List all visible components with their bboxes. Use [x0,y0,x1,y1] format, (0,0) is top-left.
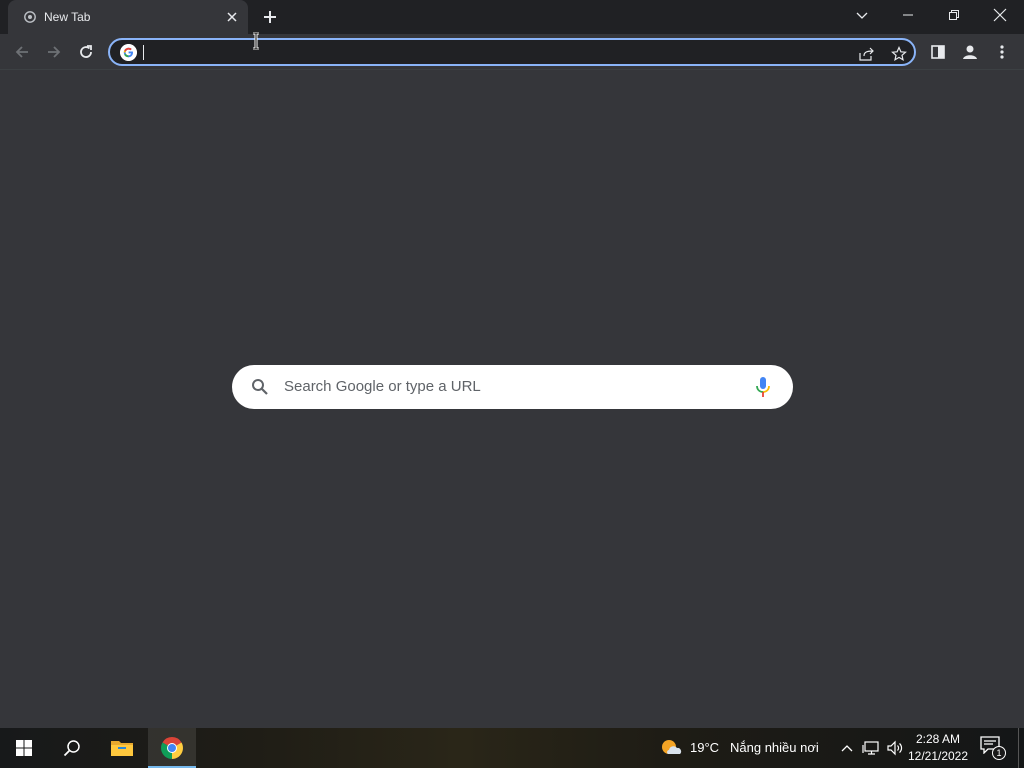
volume-icon [887,740,903,756]
side-panel-button[interactable] [924,38,952,66]
text-cursor-icon [253,32,259,50]
omnibox-input[interactable] [142,43,842,63]
partly-sunny-icon [662,740,682,754]
bookmark-button[interactable] [888,43,910,65]
search-icon [252,379,268,395]
text-caret [143,45,144,60]
file-explorer-icon [111,741,133,756]
close-tab-icon[interactable] [224,9,240,25]
taskbar-search-button[interactable] [48,728,96,768]
chevron-down-icon [856,12,868,19]
minimize-icon [903,14,913,16]
show-desktop-button[interactable] [1018,728,1019,768]
side-panel-icon [931,45,945,59]
minimize-button[interactable] [886,0,930,30]
menu-icon [1000,45,1004,59]
new-tab-button[interactable] [258,6,282,28]
star-icon [891,46,907,62]
ntp-search-box[interactable]: Search Google or type a URL [232,365,793,409]
profile-button[interactable] [956,38,984,66]
network-button[interactable] [860,736,882,760]
forward-button[interactable] [40,38,68,66]
chrome-icon [24,11,36,23]
close-icon [993,8,1007,22]
weather-description: Nắng nhiều nơi [730,740,819,755]
tab-title: New Tab [44,10,91,24]
ntp-search-placeholder: Search Google or type a URL [284,378,481,395]
forward-icon [48,46,61,58]
chrome-taskbar-button[interactable] [148,728,196,768]
clock-date: 12/21/2022 [907,749,969,763]
microphone-icon[interactable] [754,376,772,398]
taskbar: 19°C Nắng nhiều nơi 2:28 AM 12/21/2022 1 [0,728,1024,768]
clock-time: 2:28 AM [915,732,961,746]
omnibox[interactable] [108,38,916,66]
show-hidden-icons-button[interactable] [836,736,858,760]
reload-icon [80,45,92,58]
restore-icon [949,10,959,20]
share-button[interactable] [856,43,878,65]
google-icon [120,44,137,61]
profile-icon [963,45,977,59]
start-button[interactable] [0,728,48,768]
file-explorer-button[interactable] [98,728,146,768]
action-center-button[interactable]: 1 [980,736,1006,760]
menu-button[interactable] [988,38,1016,66]
share-icon [859,47,874,61]
network-icon [862,741,879,755]
close-window-button[interactable] [978,0,1022,30]
reload-button[interactable] [72,38,100,66]
taskbar-clock[interactable]: 2:28 AM 12/21/2022 [904,731,972,765]
chrome-icon [161,737,183,759]
back-button[interactable] [8,38,36,66]
search-icon [63,740,80,757]
tab-search-button[interactable] [840,0,884,30]
restore-button[interactable] [932,0,976,30]
volume-button[interactable] [884,736,906,760]
toolbar [0,34,1024,70]
chevron-up-icon [841,745,853,752]
weather-temperature: 19°C [690,740,720,755]
tab-new-tab[interactable]: New Tab [8,0,248,34]
tab-strip: New Tab [0,0,1024,34]
back-icon [15,46,28,58]
notification-count-badge: 1 [992,746,1006,760]
start-icon [16,740,32,756]
